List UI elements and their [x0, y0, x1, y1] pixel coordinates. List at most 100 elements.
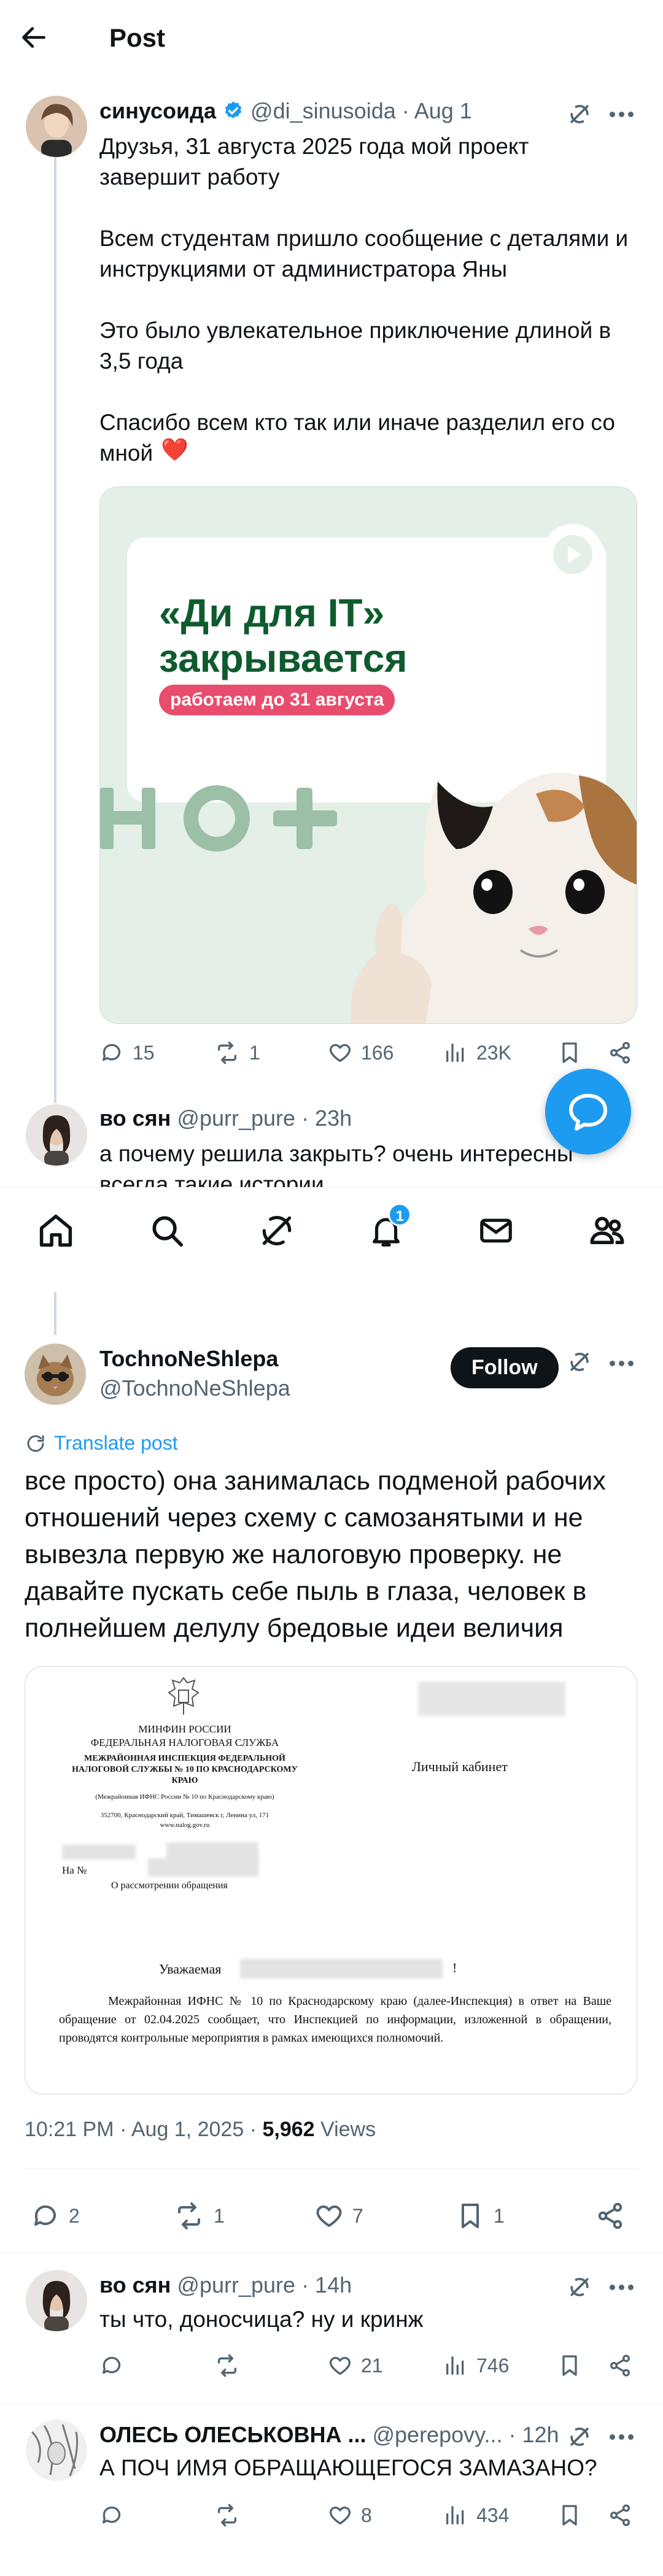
translate-post-link[interactable]: Translate post — [25, 1432, 178, 1455]
grok-icon[interactable] — [566, 2274, 593, 2301]
image-headline-1: «Ди для IT» — [159, 591, 385, 635]
more-options-icon[interactable] — [608, 109, 635, 120]
repost-button[interactable] — [214, 2503, 241, 2528]
author-handle[interactable]: @purr_pure — [177, 1105, 295, 1131]
redacted-block — [240, 1959, 443, 1978]
views-count: 5,962 — [262, 2118, 315, 2141]
repost-button[interactable]: 1 — [173, 2201, 225, 2231]
heart-icon — [329, 1044, 351, 1062]
reply-button[interactable] — [99, 2353, 124, 2378]
play-icon — [542, 524, 603, 585]
repost-count: 1 — [214, 2204, 225, 2227]
avatar[interactable] — [26, 96, 87, 157]
bookmark-button[interactable]: 1 — [456, 2201, 505, 2231]
author-handle[interactable]: @purr_pure — [177, 2272, 295, 2298]
mail-icon[interactable] — [477, 1212, 515, 1250]
redacted-block — [62, 1845, 136, 1859]
author-name[interactable]: ОЛЕСЬ ОЛЕСЬКОВНА ... — [99, 2422, 366, 2448]
views-button[interactable]: 23K — [443, 1040, 511, 1065]
like-button[interactable]: 166 — [328, 1040, 394, 1065]
notifications-tab[interactable]: 1 — [367, 1202, 412, 1250]
post-timestamp: 10:21 PM · Aug 1, 2025 · 5,962 Views — [25, 2118, 376, 2142]
post-time[interactable]: · 23h — [301, 1105, 352, 1131]
repost-button[interactable]: 1 — [214, 1040, 260, 1065]
views-button[interactable]: 434 — [443, 2503, 509, 2528]
bottom-nav: 1 — [0, 1187, 663, 1273]
avatar[interactable] — [26, 2270, 87, 2331]
reply-header: во сян @purr_pure · 23h — [99, 1105, 352, 1131]
doc-subject: О рассмотрении обращения — [111, 1880, 228, 1891]
post-header: синусоида @di_sinusoida · Aug 1 — [99, 98, 472, 124]
author-name[interactable]: во сян — [99, 1105, 171, 1131]
redacted-block — [418, 1682, 565, 1716]
bookmark-icon[interactable] — [557, 2503, 582, 2528]
reply-button[interactable]: 2 — [31, 2201, 80, 2231]
views-icon — [446, 1044, 464, 1062]
avatar[interactable] — [26, 2420, 87, 2481]
post-time[interactable]: · Aug 1 — [402, 98, 472, 124]
post-text: Друзья, 31 августа 2025 года мой проект … — [99, 134, 629, 466]
document-image[interactable]: МИНФИН РОССИИ ФЕДЕРАЛЬНАЯ НАЛОГОВАЯ СЛУЖ… — [25, 1666, 637, 2094]
like-count: 21 — [361, 2354, 383, 2377]
share-icon[interactable] — [608, 2353, 632, 2378]
doc-service: ФЕДЕРАЛЬНАЯ НАЛОГОВАЯ СЛУЖБА — [90, 1737, 279, 1748]
author-name[interactable]: TochnoNeShlepa — [99, 1346, 278, 1372]
views-label: Views — [314, 2118, 376, 2141]
follow-button[interactable]: Follow — [451, 1347, 559, 1388]
author-name[interactable]: во сян — [99, 2272, 171, 2298]
share-icon[interactable] — [608, 2503, 632, 2528]
author-name[interactable]: синусоида — [99, 98, 216, 124]
like-button[interactable]: 7 — [314, 2201, 363, 2231]
grok-icon[interactable] — [566, 1348, 593, 1375]
author-handle[interactable]: @TochnoNeShlepa — [99, 1375, 290, 1401]
post-text: все просто) она занималась подменой рабо… — [25, 1466, 606, 1643]
doc-greeting: Уважаемая — [159, 1961, 222, 1977]
grok-nav-icon[interactable] — [258, 1212, 296, 1250]
translate-label[interactable]: Translate post — [54, 1432, 178, 1455]
views-icon — [446, 2506, 464, 2524]
reply-header: ОЛЕСЬ ОЛЕСЬКОВНА ... @perepovy... · 12h — [99, 2422, 559, 2448]
message-bubble-icon — [569, 1094, 607, 1131]
page-title: Post — [109, 23, 166, 52]
post-image[interactable]: «Ди для IT» закрывается работаем до 31 а… — [99, 486, 637, 1024]
post-time[interactable]: · 12h — [508, 2422, 559, 2448]
like-count: 7 — [352, 2204, 363, 2227]
like-button[interactable]: 8 — [328, 2503, 372, 2528]
timestamp-text[interactable]: 10:21 PM · Aug 1, 2025 · — [25, 2118, 262, 2141]
like-button[interactable]: 21 — [328, 2353, 383, 2378]
repost-button[interactable] — [214, 2353, 241, 2378]
search-icon[interactable] — [148, 1212, 186, 1250]
grok-icon[interactable] — [566, 101, 593, 128]
post-time[interactable]: · 14h — [301, 2272, 352, 2298]
compose-reply-button[interactable] — [545, 1069, 631, 1155]
bookmark-icon[interactable] — [557, 1040, 582, 1065]
views-icon — [446, 2356, 464, 2375]
doc-address: 352700, Краснодарский край, Тимашевск г,… — [100, 1812, 269, 1819]
more-options-icon[interactable] — [608, 2432, 635, 2443]
reply-header: во сян @purr_pure · 14h — [99, 2272, 352, 2298]
grok-icon[interactable] — [566, 2423, 593, 2450]
image-headline-2: закрывается — [159, 636, 408, 680]
reply-button[interactable]: 15 — [99, 1040, 155, 1065]
more-options-icon[interactable] — [608, 2282, 635, 2293]
share-icon[interactable] — [608, 1040, 632, 1065]
views-button[interactable]: 746 — [443, 2353, 509, 2378]
views-count: 23K — [476, 1041, 511, 1064]
avatar[interactable] — [26, 1104, 87, 1166]
reply-icon — [103, 1044, 121, 1061]
thread-line — [54, 146, 56, 1103]
avatar[interactable] — [25, 1344, 86, 1405]
like-count: 8 — [361, 2504, 372, 2526]
author-handle[interactable]: @perepovy... — [372, 2422, 502, 2448]
share-icon[interactable] — [595, 2201, 625, 2231]
bookmark-icon[interactable] — [557, 2353, 582, 2378]
more-options-icon[interactable] — [608, 1358, 635, 1369]
reply-icon — [103, 2356, 121, 2374]
author-handle[interactable]: @di_sinusoida — [250, 98, 396, 124]
reply-button[interactable] — [99, 2503, 124, 2528]
views-count: 746 — [476, 2354, 510, 2377]
home-icon[interactable] — [36, 1210, 76, 1251]
doc-inspection: НАЛОГОВОЙ СЛУЖБЫ № 10 ПО КРАСНОДАРСКОМУ — [72, 1765, 298, 1774]
communities-icon[interactable] — [587, 1210, 627, 1251]
back-arrow-icon[interactable] — [18, 22, 55, 53]
